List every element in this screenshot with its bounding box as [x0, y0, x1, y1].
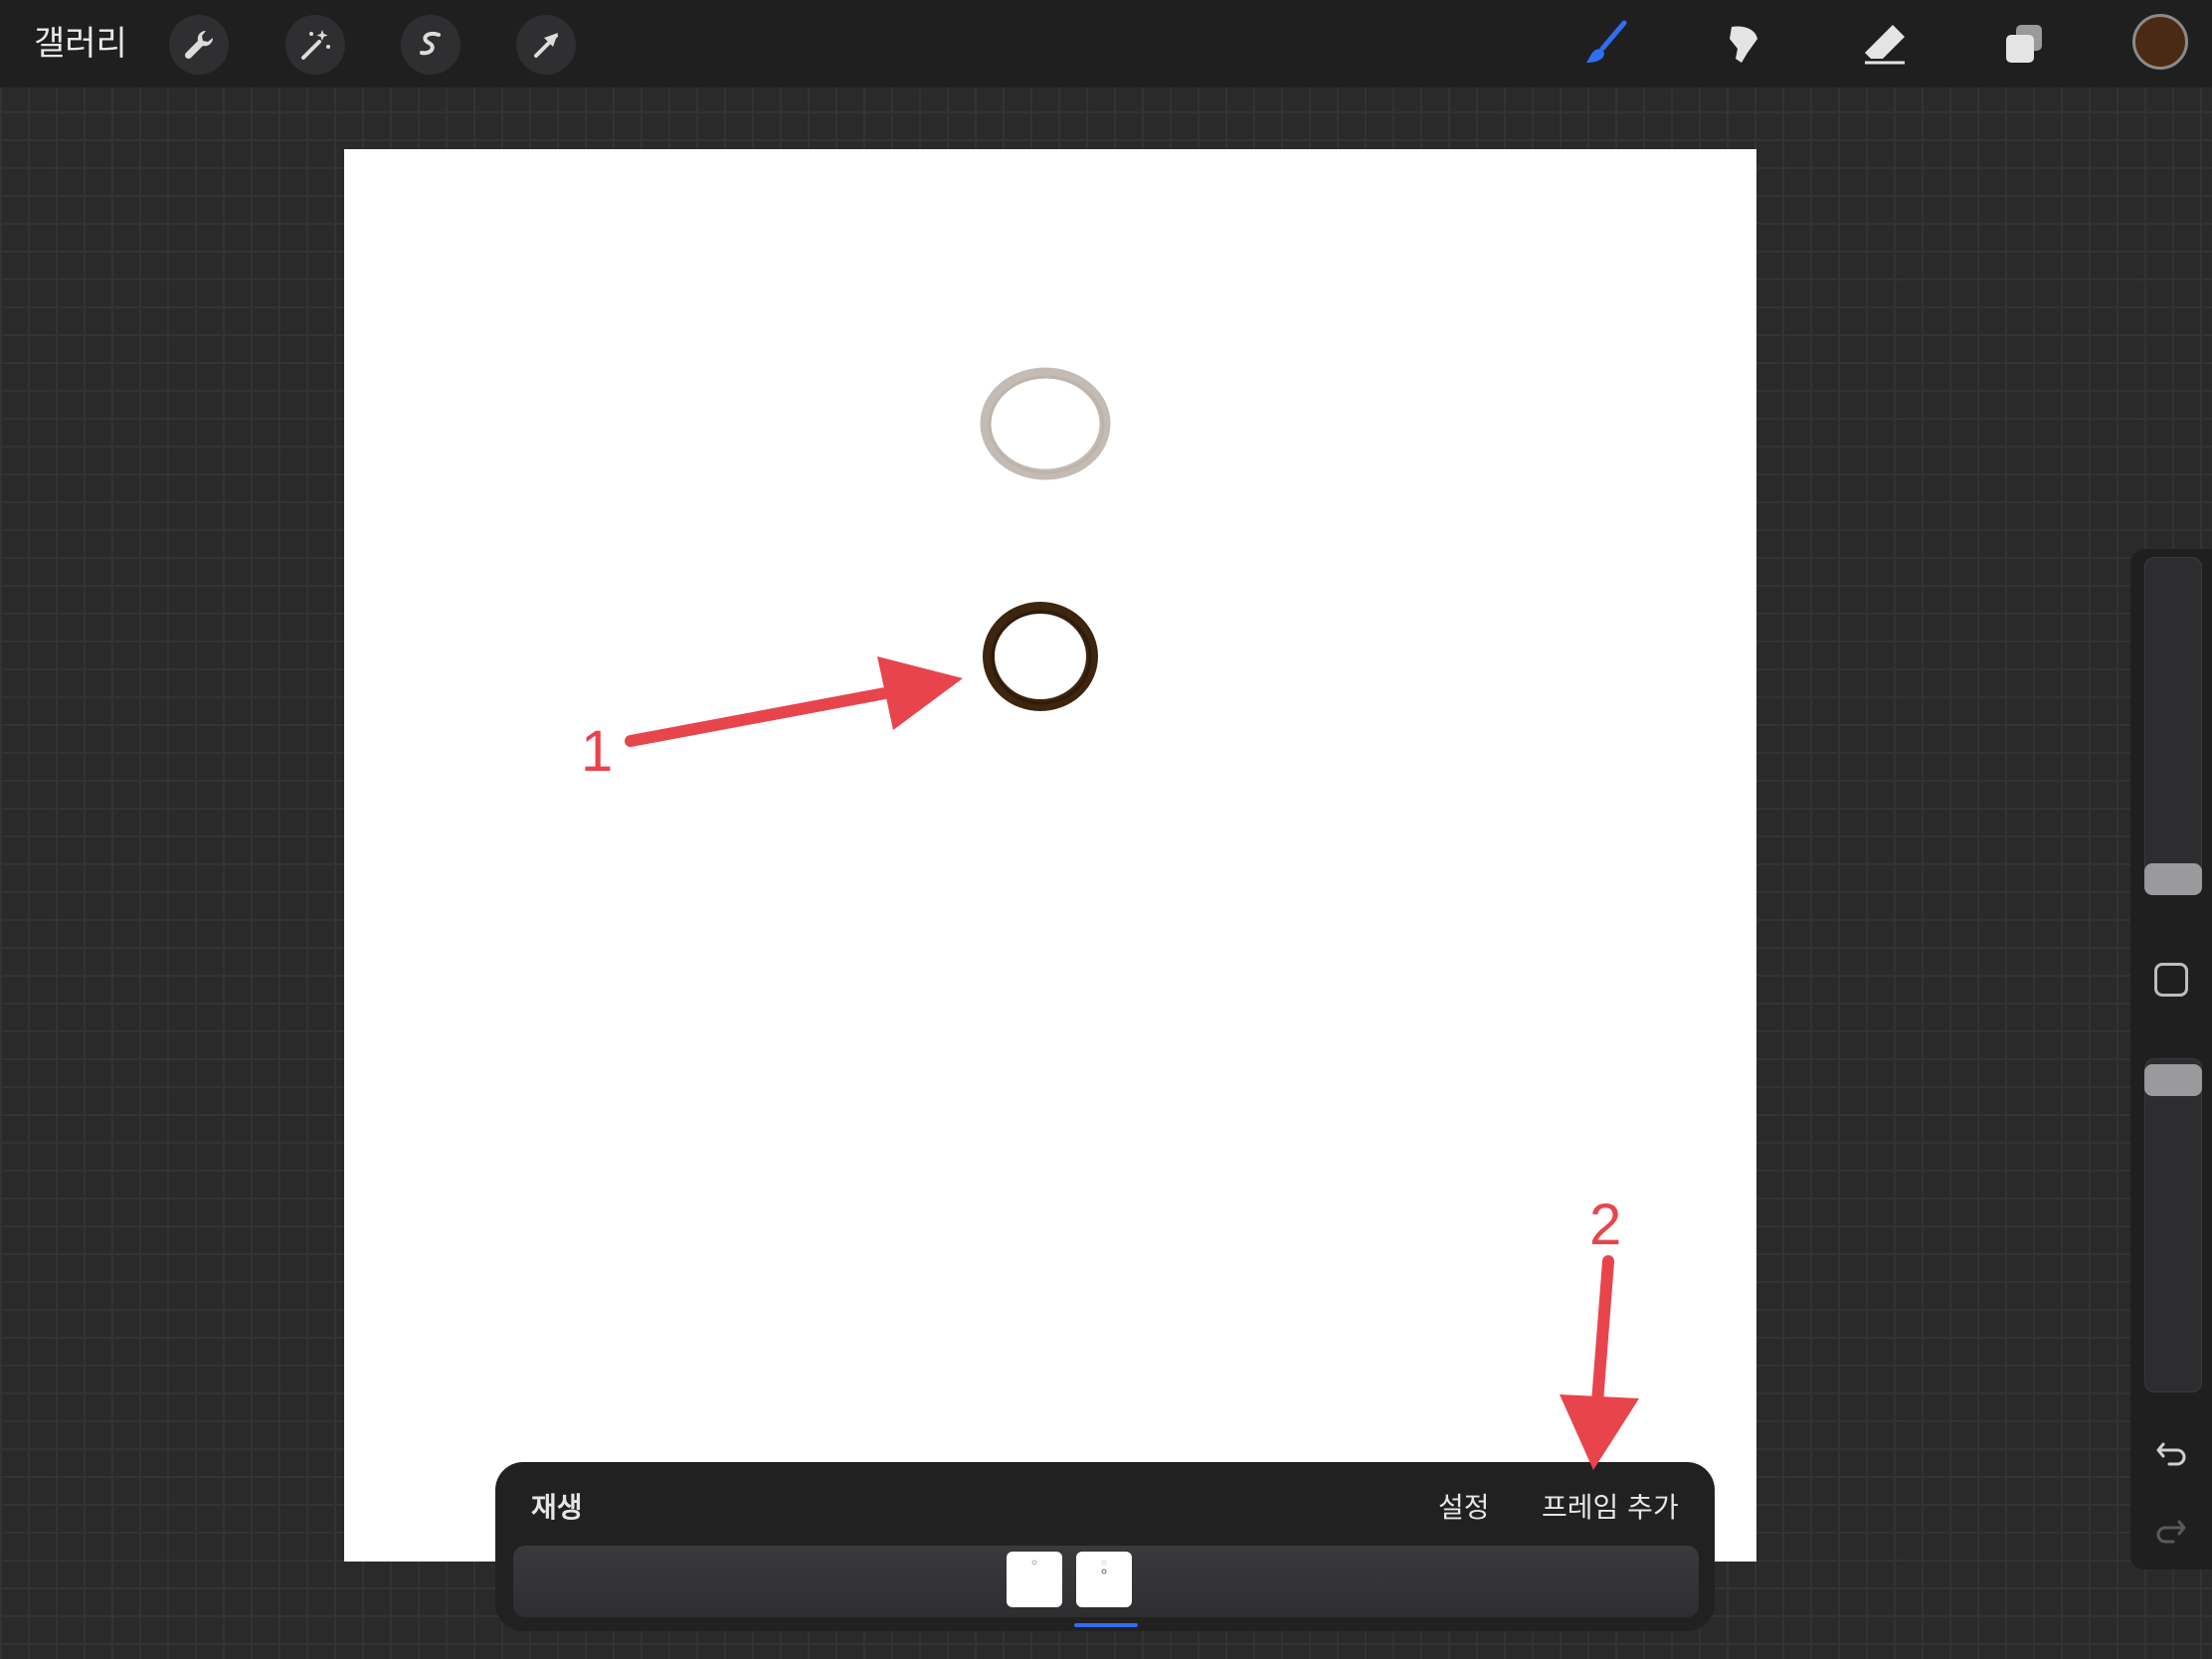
transform-arrow-icon — [534, 33, 558, 58]
canvas-drawing — [980, 367, 1111, 711]
color-swatch-button[interactable] — [2132, 14, 2188, 70]
frame-timeline[interactable] — [513, 1546, 1699, 1617]
drawing-canvas[interactable] — [344, 149, 1756, 1562]
brush-size-slider[interactable] — [2144, 557, 2202, 891]
onion-skin-circle — [980, 367, 1111, 480]
eraser-button[interactable] — [1854, 14, 1916, 76]
brush-icon — [1586, 20, 1627, 63]
actions-button[interactable] — [169, 15, 229, 75]
adjustments-button[interactable] — [285, 15, 345, 75]
redo-icon — [2156, 1520, 2186, 1544]
transform-button[interactable] — [516, 15, 576, 75]
annotation-label-1: 1 — [581, 719, 614, 784]
layers-icon — [2006, 25, 2042, 63]
settings-button[interactable]: 설정 — [1438, 1486, 1490, 1526]
selection-button[interactable] — [401, 15, 461, 75]
frame-1-preview — [1031, 1560, 1037, 1566]
frame-2-preview — [1101, 1560, 1107, 1574]
modify-square-icon[interactable] — [2154, 963, 2188, 997]
wrench-icon — [184, 30, 214, 60]
redo-button[interactable] — [2151, 1510, 2191, 1550]
animation-assist-panel: 재생 설정 프레임 추가 — [495, 1462, 1715, 1631]
add-frame-button[interactable]: 프레임 추가 — [1542, 1486, 1679, 1526]
right-sidebar — [2130, 549, 2212, 1569]
gallery-button[interactable]: 갤러리 — [34, 18, 127, 70]
undo-button[interactable] — [2151, 1432, 2191, 1472]
opacity-slider[interactable] — [2144, 1058, 2202, 1392]
top-toolbar: 갤러리 — [0, 0, 2212, 88]
eraser-icon — [1865, 25, 1905, 65]
selected-frame-indicator — [1074, 1623, 1138, 1627]
annotation-label-2: 2 — [1589, 1193, 1622, 1257]
brush-size-thumb[interactable] — [2144, 863, 2202, 895]
selection-icon — [420, 32, 441, 56]
smudge-button[interactable] — [1715, 14, 1776, 76]
brush-button[interactable] — [1575, 14, 1637, 76]
current-frame-circle — [983, 602, 1098, 711]
undo-icon — [2156, 1442, 2186, 1466]
layers-button[interactable] — [1993, 14, 2055, 76]
smudge-icon — [1730, 26, 1757, 63]
frame-thumbnail-2[interactable] — [1076, 1552, 1132, 1607]
play-button[interactable]: 재생 — [531, 1486, 583, 1526]
opacity-thumb[interactable] — [2144, 1064, 2202, 1096]
frame-thumbnail-1[interactable] — [1007, 1552, 1062, 1607]
magic-wand-icon — [301, 30, 330, 60]
